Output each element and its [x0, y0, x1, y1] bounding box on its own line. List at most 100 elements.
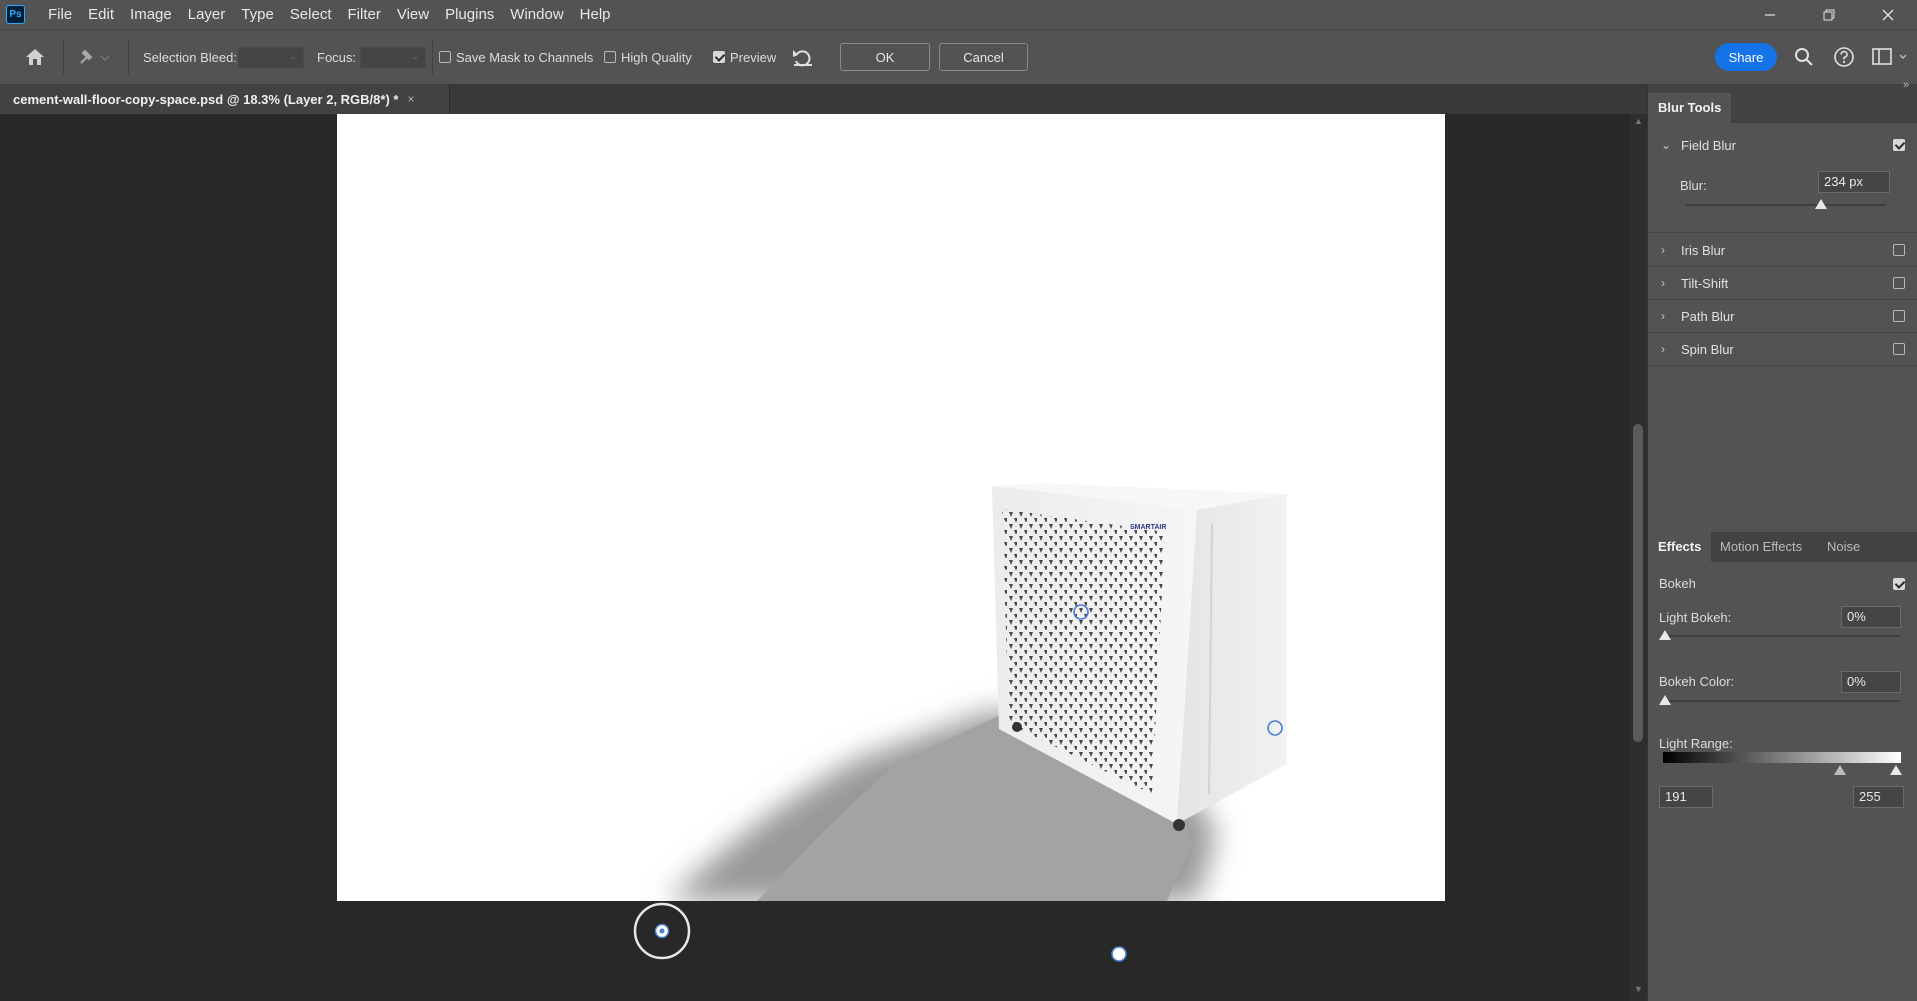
active-blur-pin[interactable]	[627, 896, 697, 966]
workspace-switcher-icon[interactable]	[1872, 47, 1912, 67]
divider	[63, 38, 64, 76]
light-range-min-field[interactable]: 191	[1659, 786, 1713, 808]
selection-bleed-label: Selection Bleed:	[143, 50, 237, 65]
menu-image[interactable]: Image	[122, 0, 180, 29]
document-tab[interactable]: cement-wall-floor-copy-space.psd @ 18.3%…	[0, 84, 450, 114]
home-icon[interactable]	[24, 47, 46, 67]
minimize-button[interactable]	[1747, 0, 1793, 29]
light-bokeh-field[interactable]: 0%	[1841, 606, 1901, 628]
path-blur-label: Path Blur	[1681, 309, 1735, 324]
chevron-right-icon[interactable]: ›	[1661, 243, 1665, 257]
path-blur-checkbox[interactable]	[1893, 310, 1905, 322]
light-range-max-thumb[interactable]	[1890, 765, 1902, 775]
menu-select[interactable]: Select	[282, 0, 340, 29]
reset-pins-icon[interactable]	[791, 46, 815, 68]
light-range-max-field[interactable]: 255	[1853, 786, 1904, 808]
path-blur-row[interactable]: › Path Blur	[1648, 300, 1917, 333]
close-tab-icon[interactable]: ×	[407, 92, 414, 106]
collapse-panel-icon[interactable]: »	[1903, 79, 1909, 91]
high-quality-checkbox[interactable]	[604, 51, 616, 63]
menu-layer[interactable]: Layer	[180, 0, 234, 29]
tilt-shift-row[interactable]: › Tilt-Shift	[1648, 267, 1917, 300]
restore-icon	[1823, 9, 1835, 20]
iris-blur-row[interactable]: › Iris Blur	[1648, 234, 1917, 267]
save-mask-checkbox[interactable]	[439, 51, 451, 63]
field-blur-label: Field Blur	[1681, 138, 1736, 153]
document-tab-title: cement-wall-floor-copy-space.psd @ 18.3%…	[13, 91, 399, 107]
iris-blur-checkbox[interactable]	[1893, 244, 1905, 256]
tab-effects[interactable]: Effects	[1648, 532, 1712, 562]
cancel-button[interactable]: Cancel	[939, 43, 1028, 71]
save-mask-label: Save Mask to Channels	[456, 50, 594, 65]
tab-blur-tools[interactable]: Blur Tools	[1648, 93, 1732, 123]
chevron-down-icon[interactable]: ⌄	[1661, 138, 1671, 152]
options-bar: Selection Bleed: ⌄ Focus: ⌄ Save Mask to…	[0, 29, 1917, 84]
chevron-down-icon: ⌄	[411, 51, 420, 62]
menu-bar: Ps File Edit Image Layer Type Select Fil…	[0, 0, 1917, 29]
spin-blur-row[interactable]: › Spin Blur	[1648, 333, 1917, 366]
tilt-shift-checkbox[interactable]	[1893, 277, 1905, 289]
light-range-min-thumb[interactable]	[1834, 765, 1846, 775]
light-bokeh-label: Light Bokeh:	[1659, 610, 1732, 625]
close-window-button[interactable]	[1865, 0, 1911, 29]
menu-window[interactable]: Window	[502, 0, 571, 29]
document-canvas[interactable]: SMARTAIR	[337, 114, 1445, 901]
search-icon[interactable]	[1794, 47, 1814, 67]
canvas-image: SMARTAIR	[667, 483, 1287, 901]
product-logo: SMARTAIR	[1130, 524, 1166, 531]
menu-filter[interactable]: Filter	[340, 0, 389, 29]
ok-button[interactable]: OK	[840, 43, 930, 71]
bokeh-checkbox[interactable]	[1893, 578, 1905, 590]
tab-noise[interactable]: Noise	[1817, 532, 1870, 562]
spin-blur-label: Spin Blur	[1681, 342, 1734, 357]
blur-amount-label: Blur:	[1680, 178, 1707, 193]
scroll-down-icon[interactable]: ▼	[1634, 984, 1643, 994]
menu-type[interactable]: Type	[233, 0, 282, 29]
selection-bleed-field[interactable]: ⌄	[238, 47, 304, 68]
light-bokeh-slider-thumb[interactable]	[1659, 630, 1671, 640]
canvas-pasteboard[interactable]: SMARTAIR	[0, 114, 1630, 1001]
blur-slider-track[interactable]	[1686, 204, 1886, 206]
focus-field[interactable]: ⌄	[360, 47, 426, 68]
photoshop-logo-icon: Ps	[6, 5, 25, 24]
vertical-scrollbar[interactable]: ▲ ▼	[1630, 114, 1647, 1001]
menu-file[interactable]: File	[40, 0, 80, 29]
panel-header-strip: »	[1648, 79, 1917, 93]
chevron-right-icon[interactable]: ›	[1661, 309, 1665, 323]
spin-blur-checkbox[interactable]	[1893, 343, 1905, 355]
preview-checkbox[interactable]	[713, 51, 725, 63]
light-bokeh-slider-track[interactable]	[1662, 635, 1900, 637]
bokeh-color-label: Bokeh Color:	[1659, 674, 1735, 689]
bokeh-color-slider-thumb[interactable]	[1659, 695, 1671, 705]
light-range-gradient[interactable]	[1663, 752, 1901, 763]
scroll-up-icon[interactable]: ▲	[1634, 116, 1643, 126]
menu-edit[interactable]: Edit	[80, 0, 122, 29]
minimize-icon	[1765, 13, 1775, 16]
tool-preset-picker-icon[interactable]	[77, 47, 113, 67]
bokeh-color-field[interactable]: 0%	[1841, 671, 1901, 693]
effects-tabbar: Effects Motion Effects Noise	[1648, 532, 1917, 562]
help-icon[interactable]	[1833, 46, 1855, 68]
menu-help[interactable]: Help	[572, 0, 619, 29]
blur-amount-field[interactable]: 234 px	[1818, 171, 1890, 193]
menu-view[interactable]: View	[389, 0, 437, 29]
chevron-right-icon[interactable]: ›	[1661, 276, 1665, 290]
divider	[432, 38, 433, 76]
restore-button[interactable]	[1806, 0, 1852, 29]
blur-pin[interactable]	[1108, 943, 1130, 965]
light-range-label: Light Range:	[1659, 736, 1733, 751]
bokeh-color-slider-track[interactable]	[1662, 700, 1900, 702]
iris-blur-label: Iris Blur	[1681, 243, 1726, 258]
blur-tools-tabbar: Blur Tools	[1648, 93, 1917, 123]
tilt-shift-label: Tilt-Shift	[1681, 276, 1729, 291]
tab-motion-effects[interactable]: Motion Effects	[1710, 532, 1812, 562]
blur-slider-thumb[interactable]	[1815, 199, 1827, 209]
blur-gallery-panel: » Blur Tools ⌄ Field Blur Blur: 234 px ›…	[1647, 79, 1917, 1001]
document-tab-bar: cement-wall-floor-copy-space.psd @ 18.3%…	[0, 84, 1647, 114]
chevron-down-icon: ⌄	[289, 51, 298, 62]
field-blur-checkbox[interactable]	[1893, 139, 1905, 151]
scrollbar-thumb[interactable]	[1633, 424, 1643, 742]
chevron-right-icon[interactable]: ›	[1661, 342, 1665, 356]
share-button[interactable]: Share	[1715, 43, 1777, 71]
menu-plugins[interactable]: Plugins	[437, 0, 502, 29]
